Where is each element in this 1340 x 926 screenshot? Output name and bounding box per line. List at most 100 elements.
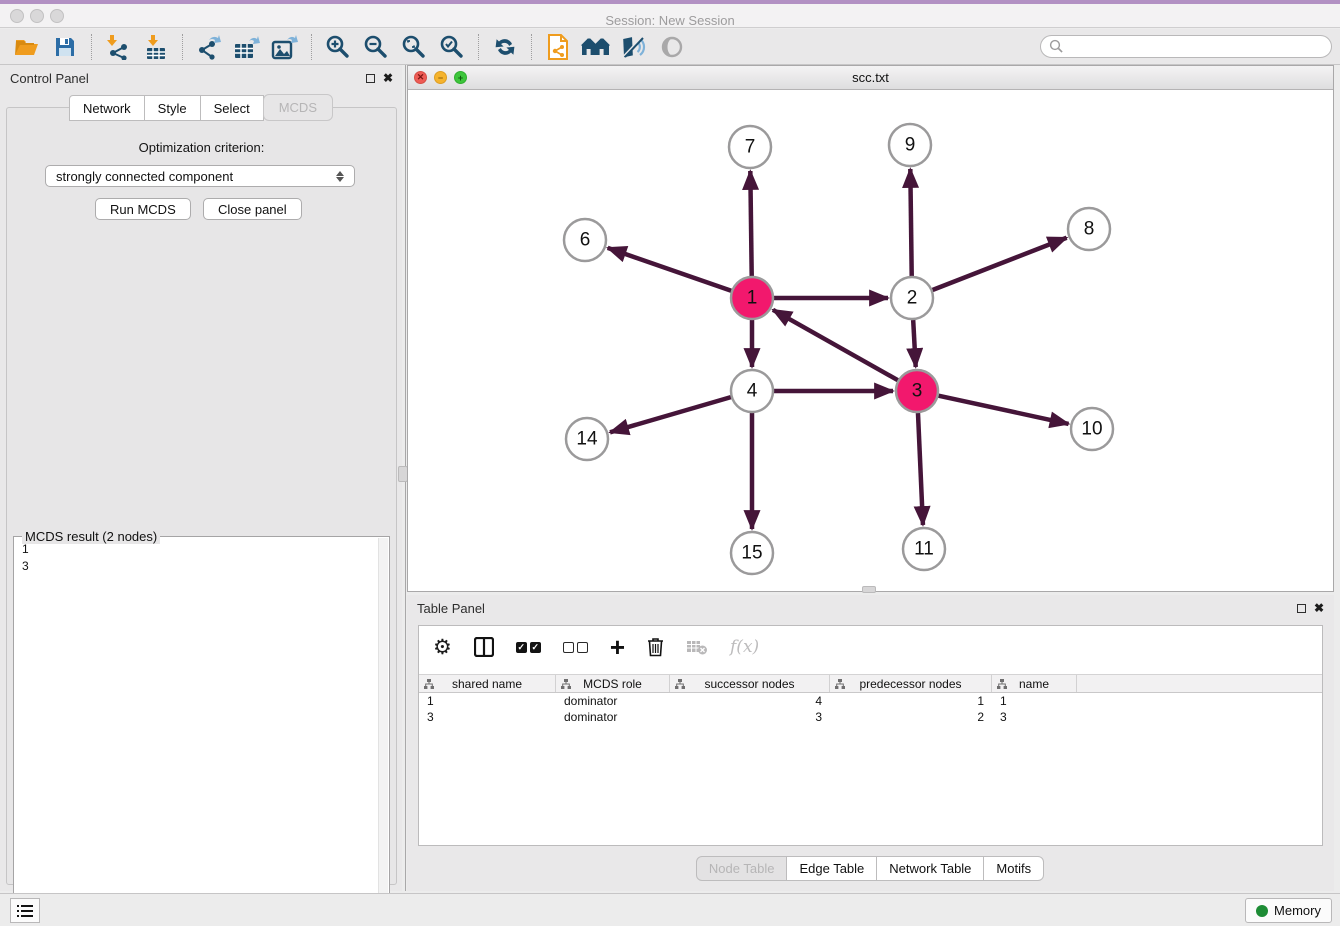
delete-column-icon[interactable] (647, 637, 664, 657)
home-icon[interactable] (577, 32, 615, 62)
tab-network[interactable]: Network (69, 95, 145, 121)
float-panel-icon[interactable] (1297, 604, 1306, 613)
criterion-select[interactable]: strongly connected component (45, 165, 355, 187)
document-network-icon[interactable] (539, 32, 577, 62)
node-2[interactable]: 2 (891, 277, 933, 319)
import-table-icon[interactable] (137, 32, 175, 62)
toolbar-separator (91, 34, 92, 60)
node-10[interactable]: 10 (1071, 408, 1113, 450)
zoom-out-icon[interactable] (357, 32, 395, 62)
tab-network-table[interactable]: Network Table (876, 856, 984, 881)
edge-3-10[interactable] (938, 396, 1068, 424)
close-panel-button[interactable]: Close panel (203, 198, 302, 220)
column-header-MCDS-role[interactable]: MCDS role (556, 675, 670, 692)
memory-button[interactable]: Memory (1245, 898, 1332, 923)
refresh-icon[interactable] (486, 32, 524, 62)
cell-name[interactable]: 3 (992, 709, 1077, 725)
save-session-icon[interactable] (46, 32, 84, 62)
control-panel-header: Control Panel ✖ (0, 65, 403, 91)
edge-4-14[interactable] (610, 397, 731, 432)
add-column-icon[interactable]: + (610, 637, 625, 657)
node-6[interactable]: 6 (564, 219, 606, 261)
tab-motifs[interactable]: Motifs (983, 856, 1044, 881)
label-visibility-icon[interactable] (615, 32, 653, 62)
cell-shared-name[interactable]: 3 (419, 709, 556, 725)
zoom-selected-icon[interactable] (433, 32, 471, 62)
network-graph[interactable]: 7 9 6 8 1 2 4 3 14 10 15 11 (408, 90, 1333, 591)
svg-text:9: 9 (905, 135, 916, 156)
mcds-result-fieldset: MCDS result (2 nodes) 1 3 (13, 536, 390, 913)
node-1[interactable]: 1 (731, 277, 773, 319)
table-panel: Table Panel ✖ ⚙ ✓✓ + f(x) shared nameMCD… (407, 595, 1334, 891)
task-history-icon[interactable] (10, 898, 40, 923)
import-network-icon[interactable] (99, 32, 137, 62)
table-row[interactable]: 3dominator323 (419, 709, 1322, 725)
tab-edge-table[interactable]: Edge Table (786, 856, 877, 881)
zoom-fit-icon[interactable] (395, 32, 433, 62)
float-panel-icon[interactable] (366, 74, 375, 83)
network-window-titlebar[interactable]: ✕ − + scc.txt (408, 66, 1333, 90)
export-table-icon[interactable] (228, 32, 266, 62)
edge-2-9[interactable] (910, 169, 911, 276)
column-header-successor-nodes[interactable]: successor nodes (670, 675, 830, 692)
node-14[interactable]: 14 (566, 418, 608, 460)
column-header-predecessor-nodes[interactable]: predecessor nodes (830, 675, 992, 692)
node-8[interactable]: 8 (1068, 208, 1110, 250)
cell-MCDS-role[interactable]: dominator (556, 693, 670, 709)
node-7[interactable]: 7 (729, 126, 771, 168)
function-builder-icon[interactable]: f(x) (730, 637, 759, 657)
column-header-name[interactable]: name (992, 675, 1077, 692)
cell-predecessor-nodes[interactable]: 1 (830, 693, 992, 709)
svg-text:11: 11 (914, 539, 934, 560)
column-type-icon (424, 679, 434, 690)
cell-successor-nodes[interactable]: 4 (670, 693, 830, 709)
node-4[interactable]: 4 (731, 370, 773, 412)
export-network-icon[interactable] (190, 32, 228, 62)
run-mcds-button[interactable]: Run MCDS (95, 198, 191, 220)
edge-1-7[interactable] (750, 171, 751, 276)
search-box[interactable] (1040, 35, 1332, 58)
tab-mcds[interactable]: MCDS (263, 94, 333, 121)
cell-name[interactable]: 1 (992, 693, 1077, 709)
cell-successor-nodes[interactable]: 3 (670, 709, 830, 725)
export-image-icon[interactable] (266, 32, 304, 62)
tab-node-table[interactable]: Node Table (696, 856, 788, 881)
delete-table-icon[interactable] (686, 639, 708, 655)
node-11[interactable]: 11 (903, 528, 945, 570)
search-input[interactable] (1064, 40, 1323, 54)
settings-gear-icon[interactable]: ⚙ (433, 637, 452, 658)
edge-1-6[interactable] (608, 248, 732, 291)
node-3[interactable]: 3 (896, 370, 938, 412)
svg-text:3: 3 (912, 381, 923, 402)
cell-predecessor-nodes[interactable]: 2 (830, 709, 992, 725)
cell-MCDS-role[interactable]: dominator (556, 709, 670, 725)
tab-select[interactable]: Select (200, 95, 264, 121)
horizontal-splitter-grip[interactable] (862, 586, 876, 593)
tab-style[interactable]: Style (144, 95, 201, 121)
result-scrollbar[interactable] (378, 538, 388, 911)
select-all-columns-icon[interactable]: ✓✓ (516, 642, 541, 653)
close-panel-icon[interactable]: ✖ (1314, 602, 1324, 614)
status-bar: Memory (0, 893, 1340, 926)
table-row[interactable]: 1dominator411 (419, 693, 1322, 709)
deselect-all-columns-icon[interactable] (563, 642, 588, 653)
svg-text:6: 6 (580, 230, 591, 251)
zoom-in-icon[interactable] (319, 32, 357, 62)
svg-text:8: 8 (1084, 219, 1095, 240)
column-header-shared-name[interactable]: shared name (419, 675, 556, 692)
cell-shared-name[interactable]: 1 (419, 693, 556, 709)
node-15[interactable]: 15 (731, 532, 773, 574)
node-9[interactable]: 9 (889, 124, 931, 166)
eye-icon[interactable] (653, 32, 691, 62)
edge-3-1[interactable] (773, 310, 898, 380)
close-panel-icon[interactable]: ✖ (383, 72, 393, 84)
mcds-result-text[interactable]: 1 3 (16, 541, 377, 910)
edge-3-11[interactable] (918, 413, 923, 525)
open-session-icon[interactable] (8, 32, 46, 62)
column-layout-icon[interactable] (474, 637, 494, 657)
search-icon (1049, 39, 1064, 54)
edge-2-8[interactable] (932, 238, 1066, 290)
edge-2-3[interactable] (913, 320, 916, 367)
mcds-tab-content: Optimization criterion: strongly connect… (6, 107, 397, 885)
toolbar-separator (311, 34, 312, 60)
